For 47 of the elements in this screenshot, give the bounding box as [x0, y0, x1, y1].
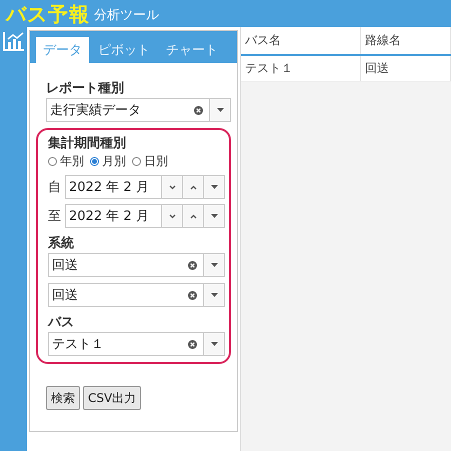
clear-icon[interactable]: [188, 290, 197, 300]
select-field[interactable]: 回送: [48, 283, 225, 307]
column-header[interactable]: バス名: [241, 27, 361, 54]
date-label: 至: [48, 208, 62, 225]
select-field[interactable]: 回送: [48, 253, 225, 277]
dropdown-button[interactable]: [209, 99, 230, 121]
radio-label: 年別: [60, 153, 84, 170]
app-logo: バス予報: [6, 3, 90, 25]
chevron-down-icon: [168, 184, 176, 190]
export-button[interactable]: CSV出力: [83, 386, 142, 410]
clear-icon[interactable]: [194, 106, 203, 114]
search-button[interactable]: 検索: [46, 386, 80, 410]
caret-down-icon: [210, 185, 218, 189]
dropdown-button[interactable]: [203, 284, 224, 306]
radio-button[interactable]: [132, 157, 141, 166]
radio-button[interactable]: [48, 157, 57, 166]
dropdown-button[interactable]: [203, 205, 224, 227]
chevron-down-icon: [168, 214, 176, 218]
table-cell: 回送: [361, 56, 451, 81]
dropdown-button[interactable]: [203, 333, 224, 355]
field-label: 系統: [48, 234, 75, 252]
select-field[interactable]: 走行実績データ: [46, 98, 231, 122]
dropdown-button[interactable]: [203, 176, 224, 198]
month-field[interactable]: 2022 年 2 月: [65, 204, 225, 228]
caret-down-icon: [216, 108, 224, 112]
radio-label: 日別: [144, 153, 168, 170]
field-label: レポート種別: [46, 80, 125, 97]
caret-down-icon: [210, 342, 218, 346]
select-field[interactable]: テスト１: [48, 332, 225, 356]
clear-icon[interactable]: [188, 260, 197, 270]
dropdown-button[interactable]: [203, 254, 224, 276]
month-field[interactable]: 2022 年 2 月: [65, 175, 225, 199]
column-header[interactable]: 路線名: [361, 27, 451, 54]
table-cell: テスト１: [241, 56, 361, 81]
field-label: 集計期間種別: [48, 134, 127, 152]
radio-label: 月別: [102, 153, 126, 170]
bar-chart-icon[interactable]: [2, 31, 24, 51]
radio-button[interactable]: [90, 157, 99, 166]
caret-down-icon: [210, 293, 218, 297]
field-label: バス: [48, 314, 75, 331]
chevron-up-icon: [190, 214, 196, 218]
app-subtitle: 分析ツール: [94, 7, 159, 25]
caret-down-icon: [210, 214, 218, 218]
chevron-up-icon: [190, 184, 196, 190]
clear-icon[interactable]: [188, 340, 197, 348]
caret-down-icon: [210, 263, 218, 267]
date-label: 自: [48, 179, 62, 196]
